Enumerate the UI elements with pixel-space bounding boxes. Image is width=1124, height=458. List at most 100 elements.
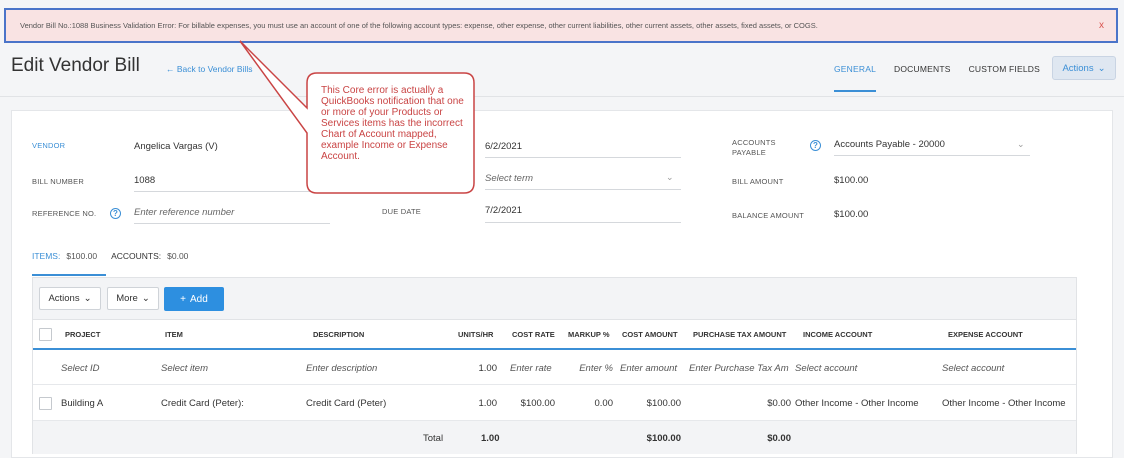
row-income-account[interactable]: Other Income - Other Income: [795, 398, 919, 409]
chevron-down-icon: ⌄: [83, 293, 92, 304]
bill-amount-value: $100.00: [834, 175, 869, 186]
balance-amount-value: $100.00: [834, 209, 869, 220]
reference-underline: [134, 223, 330, 224]
help-icon[interactable]: ?: [810, 140, 821, 151]
header-project: PROJECT: [65, 330, 101, 339]
item-select[interactable]: Select item: [161, 363, 208, 374]
vendor-select[interactable]: Angelica Vargas (V): [134, 141, 218, 152]
markup-input[interactable]: Enter %: [563, 363, 613, 374]
bill-number-label: BILL NUMBER: [32, 177, 84, 186]
units-input[interactable]: 1.00: [453, 363, 498, 374]
purchase-tax-input[interactable]: Enter Purchase Tax Am: [689, 363, 791, 374]
header-cost-rate: COST RATE: [512, 330, 555, 339]
expense-account-select[interactable]: Select account: [942, 363, 1004, 374]
page-header: Edit Vendor Bill ← Back to Vendor Bills …: [0, 45, 1124, 95]
actions-dropdown-button[interactable]: Actions ⌄: [1052, 56, 1116, 80]
description-input[interactable]: Enter description: [306, 363, 377, 374]
total-label: Total: [423, 433, 444, 444]
income-account-select[interactable]: Select account: [795, 363, 857, 374]
cost-rate-input[interactable]: Enter rate: [510, 363, 552, 374]
balance-amount-label: BALANCE AMOUNT: [732, 211, 804, 220]
vendor-label: VENDOR: [32, 141, 66, 150]
more-button[interactable]: More ⌄: [107, 287, 159, 310]
tab-documents[interactable]: DOCUMENTS: [894, 64, 951, 92]
header-item: ITEM: [165, 330, 183, 339]
select-all-checkbox[interactable]: [39, 328, 52, 341]
accounts-payable-label: ACCOUNTS PAYABLE: [732, 138, 776, 158]
bill-card: VENDOR Angelica Vargas (V) BILL NUMBER 1…: [11, 110, 1113, 458]
bill-amount-label: BILL AMOUNT: [732, 177, 784, 186]
items-tab-label[interactable]: ITEMS:: [32, 251, 60, 261]
header-cost-amount: COST AMOUNT: [622, 330, 678, 339]
total-cost-amount: $100.00: [646, 433, 681, 444]
entry-row: Select ID Select item Enter description …: [33, 352, 1076, 385]
items-tab-underline: [32, 274, 106, 276]
row-description[interactable]: Credit Card (Peter): [306, 398, 386, 409]
row-cost-rate[interactable]: $100.00: [503, 398, 555, 409]
add-button[interactable]: + Add: [164, 287, 224, 311]
table-header: PROJECT ITEM DESCRIPTION UNITS/HR COST R…: [33, 320, 1076, 350]
table-actions-label: Actions: [48, 293, 80, 304]
bill-number-field[interactable]: 1088: [134, 175, 155, 186]
more-label: More: [116, 293, 138, 304]
header-divider: [0, 96, 1124, 97]
back-to-vendor-bills-link[interactable]: ← Back to Vendor Bills: [166, 64, 252, 74]
table-actions-button[interactable]: Actions ⌄: [39, 287, 101, 310]
page-title: Edit Vendor Bill: [11, 55, 140, 76]
row-checkbox[interactable]: [39, 397, 52, 410]
accounts-tab-label[interactable]: ACCOUNTS:: [111, 251, 161, 261]
header-description: DESCRIPTION: [313, 330, 365, 339]
header-expense-account: EXPENSE ACCOUNT: [948, 330, 1023, 339]
header-markup: MARKUP %: [568, 330, 610, 339]
accounts-payable-select[interactable]: Accounts Payable - 20000: [834, 139, 945, 150]
chevron-down-icon: ⌄: [1097, 62, 1106, 74]
items-total: $100.00: [66, 251, 98, 261]
close-icon[interactable]: x: [1099, 20, 1104, 31]
accounts-payable-underline: [834, 155, 1030, 156]
project-select[interactable]: Select ID: [61, 363, 100, 374]
actions-label: Actions: [1062, 62, 1094, 74]
total-units: 1.00: [481, 433, 500, 444]
row-item[interactable]: Credit Card (Peter):: [161, 398, 244, 409]
row-purchase-tax[interactable]: $0.00: [693, 398, 791, 409]
cost-amount-input[interactable]: Enter amount: [620, 363, 677, 374]
table-toolbar: Actions ⌄ More ⌄ + Add: [33, 278, 1076, 320]
reference-label: REFERENCE NO.: [32, 209, 97, 218]
accounts-payable-label-line1: ACCOUNTS: [732, 138, 776, 147]
header-units: UNITS/HR: [458, 330, 494, 339]
due-date-label: DUE DATE: [382, 207, 421, 216]
callout-text: This Core error is actually a QuickBooks…: [321, 85, 464, 162]
chevron-down-icon: ⌄: [1017, 139, 1025, 149]
plus-icon: +: [180, 293, 187, 305]
error-banner: Vendor Bill No.:1088 Business Validation…: [4, 8, 1118, 43]
total-purchase-tax: $0.00: [767, 433, 791, 444]
tab-general[interactable]: GENERAL: [833, 64, 877, 92]
add-label: Add: [190, 293, 208, 305]
chevron-down-icon: ⌄: [666, 172, 674, 182]
terms-select[interactable]: Select term: [485, 173, 533, 184]
help-icon[interactable]: ?: [110, 208, 121, 219]
accounts-total: $0.00: [167, 251, 189, 261]
terms-underline: [485, 189, 681, 190]
accounts-payable-label-line2: PAYABLE: [732, 148, 766, 157]
bill-number-underline: [134, 191, 330, 192]
items-accounts-summary: ITEMS: $100.00 ACCOUNTS: $0.00: [32, 251, 188, 261]
row-project[interactable]: Building A: [61, 398, 103, 409]
error-message: Vendor Bill No.:1088 Business Validation…: [20, 21, 818, 30]
row-expense-account[interactable]: Other Income - Other Income: [942, 398, 1066, 409]
table-row: Building A Credit Card (Peter): Credit C…: [33, 386, 1076, 421]
due-date-field[interactable]: 7/2/2021: [485, 205, 522, 216]
bill-date-field[interactable]: 6/2/2021: [485, 141, 522, 152]
total-row: Total 1.00 $100.00 $0.00: [33, 421, 1076, 454]
bill-date-underline: [485, 157, 681, 158]
reference-input[interactable]: Enter reference number: [134, 207, 234, 218]
chevron-down-icon: ⌄: [141, 293, 150, 304]
header-purchase-tax: PURCHASE TAX AMOUNT: [693, 330, 787, 339]
due-date-underline: [485, 222, 681, 223]
row-markup[interactable]: 0.00: [563, 398, 614, 409]
row-units[interactable]: 1.00: [453, 398, 498, 409]
line-items-table: Actions ⌄ More ⌄ + Add PROJECT ITEM DESC…: [32, 277, 1077, 454]
header-income-account: INCOME ACCOUNT: [803, 330, 873, 339]
row-cost-amount[interactable]: $100.00: [623, 398, 681, 409]
tab-custom-fields[interactable]: CUSTOM FIELDS: [969, 64, 1040, 92]
